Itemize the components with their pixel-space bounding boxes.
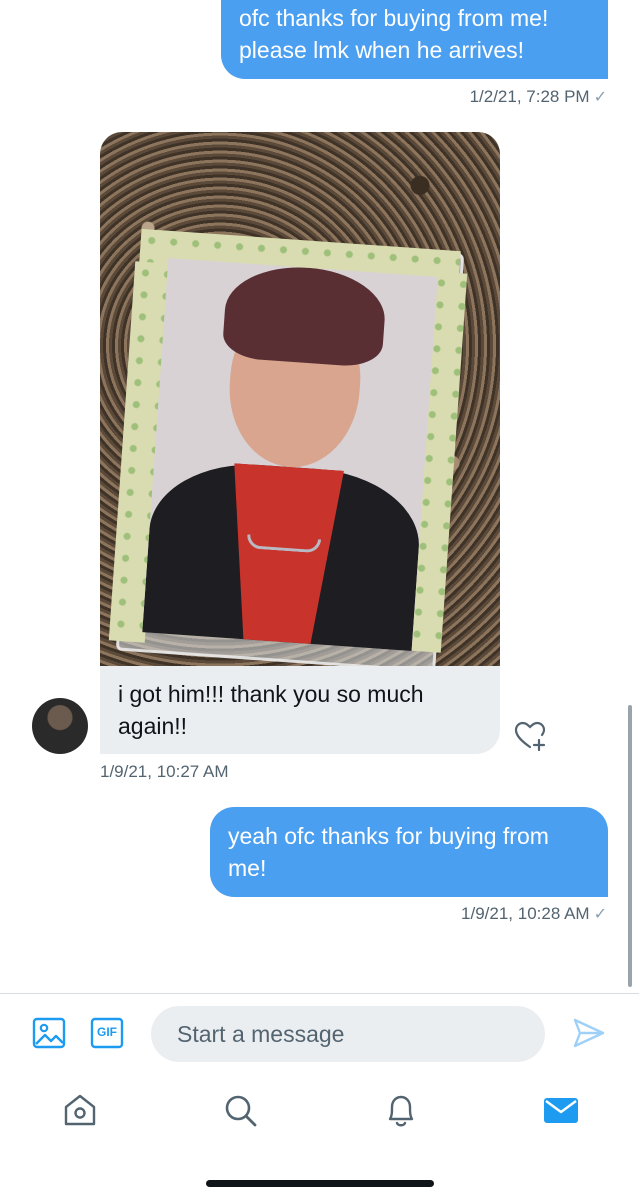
photocard — [142, 258, 438, 651]
send-icon[interactable] — [572, 1016, 606, 1050]
gif-icon[interactable]: GIF — [90, 1016, 124, 1050]
message-line: yeah ofc thanks for buying from — [228, 823, 549, 849]
home-icon[interactable] — [60, 1090, 100, 1130]
message-timestamp: 1/2/21, 7:28 PM ✓ — [469, 87, 607, 106]
home-indicator — [206, 1180, 434, 1187]
heart-plus-icon[interactable] — [512, 718, 548, 754]
avatar[interactable] — [32, 698, 88, 754]
message-timestamp: 1/9/21, 10:27 AM — [100, 762, 229, 781]
message-bubble-outgoing[interactable]: yeah ofc thanks for buying from me! — [210, 807, 608, 897]
message-line: please lmk when he arrives! — [239, 37, 525, 63]
gif-label: GIF — [97, 1025, 117, 1039]
sent-check-icon: ✓ — [593, 906, 607, 923]
message-bubble-outgoing[interactable]: ofc thanks for buying from me! please lm… — [221, 0, 608, 79]
sent-check-icon: ✓ — [593, 89, 607, 106]
tab-bar — [0, 1080, 639, 1140]
mail-icon[interactable] — [541, 1090, 581, 1130]
message-line: i got him!!! thank you so much — [118, 681, 424, 707]
message-line: ofc thanks for buying from me! — [239, 5, 549, 31]
message-line: me! — [228, 855, 267, 881]
message-line: again!! — [118, 713, 188, 739]
message-photo[interactable] — [100, 132, 500, 666]
message-bubble-incoming[interactable]: i got him!!! thank you so much again!! — [100, 666, 500, 754]
scrollbar[interactable] — [628, 705, 632, 987]
search-icon[interactable] — [220, 1090, 260, 1130]
message-timestamp: 1/9/21, 10:28 AM ✓ — [461, 904, 607, 923]
message-input[interactable] — [151, 1006, 545, 1062]
message-composer: GIF — [0, 993, 639, 1073]
bell-icon[interactable] — [381, 1090, 421, 1130]
image-icon[interactable] — [32, 1016, 66, 1050]
